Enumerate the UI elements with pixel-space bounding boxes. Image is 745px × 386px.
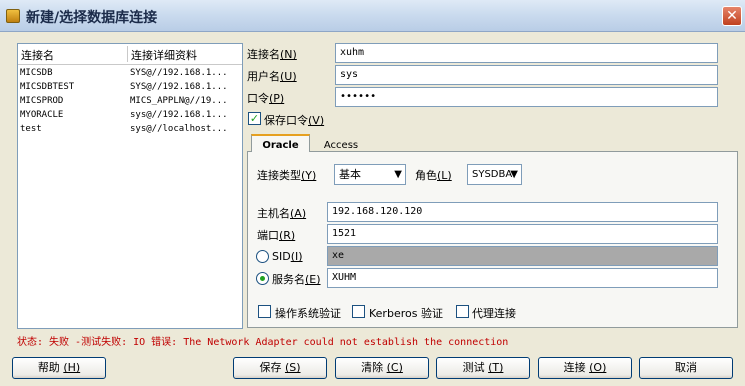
password-label: 口令(P) (247, 90, 284, 106)
port-mnemonic: (R) (279, 229, 296, 242)
chevron-down-icon: ▼ (510, 169, 518, 180)
kerberos-checkbox[interactable] (352, 305, 365, 318)
status-message: 状态: 失败 -测试失败: IO 错误: The Network Adapter… (17, 337, 509, 348)
clear-mnemonic: (C) (386, 361, 403, 374)
conn-type-mnemonic: (Y) (301, 169, 317, 182)
sid-radio[interactable] (256, 250, 269, 263)
port-label-text: 端口 (257, 229, 279, 242)
list-item[interactable]: test sys@//localhost... (18, 123, 242, 136)
save-password-checkbox[interactable]: ✓ (248, 112, 261, 125)
role-label-text: 角色 (415, 169, 437, 182)
list-item[interactable]: MICSDB SYS@//192.168.1... (18, 67, 242, 80)
os-auth-checkbox[interactable] (258, 305, 271, 318)
conn-name-mnemonic: (N) (280, 48, 297, 61)
test-button[interactable]: 测试 (T) (436, 357, 530, 379)
column-header-detail[interactable]: 连接详细资料 (131, 47, 197, 63)
service-name-mnemonic: (E) (305, 273, 321, 286)
test-mnemonic: (T) (488, 361, 504, 374)
port-input[interactable]: 1521 (327, 224, 718, 244)
conn-type-value: 基本 (339, 168, 361, 181)
title-bar: 新建/选择数据库连接 ✕ (0, 0, 745, 32)
tab-access[interactable]: Access (315, 136, 367, 156)
app-icon (6, 9, 20, 23)
connection-name: MICSPROD (20, 96, 64, 106)
sid-input[interactable]: xe (327, 246, 718, 266)
conn-type-label-text: 连接类型 (257, 169, 301, 182)
role-mnemonic: (L) (437, 169, 452, 182)
port-label: 端口(R) (257, 227, 295, 243)
host-label: 主机名(A) (257, 205, 306, 221)
host-label-text: 主机名 (257, 207, 290, 220)
cancel-button[interactable]: 取消 (639, 357, 733, 379)
role-select[interactable]: SYSDBA ▼ (467, 164, 522, 185)
clear-button[interactable]: 清除 (C) (335, 357, 429, 379)
role-value: SYSDBA (472, 169, 513, 180)
connect-button-label: 连接 (563, 361, 586, 374)
connection-detail: MICS_APPLN@//19... (130, 96, 228, 106)
conn-name-label: 连接名(N) (247, 46, 297, 62)
password-input[interactable]: •••••• (335, 87, 718, 107)
connection-detail: sys@//192.168.1... (130, 110, 228, 120)
connection-detail: SYS@//192.168.1... (130, 68, 228, 78)
conn-name-label-text: 连接名 (247, 48, 280, 61)
user-mnemonic: (U) (280, 70, 297, 83)
conn-name-input[interactable]: xuhm (335, 43, 718, 63)
save-password-label: 保存口令(V) (264, 112, 324, 128)
chevron-down-icon: ▼ (394, 169, 402, 180)
role-label: 角色(L) (415, 167, 452, 183)
column-header-name[interactable]: 连接名 (21, 47, 54, 63)
save-button[interactable]: 保存 (S) (233, 357, 327, 379)
password-label-text: 口令 (247, 92, 269, 105)
connection-name: MICSDB (20, 68, 53, 78)
list-item[interactable]: MYORACLE sys@//192.168.1... (18, 109, 242, 122)
list-header: 连接名 连接详细资料 (18, 44, 242, 65)
connection-detail: SYS@//192.168.1... (130, 82, 228, 92)
tab-oracle[interactable]: Oracle (251, 134, 310, 152)
proxy-label: 代理连接 (472, 307, 516, 320)
user-label-text: 用户名 (247, 70, 280, 83)
kerberos-label: Kerberos 验证 (369, 307, 443, 320)
conn-type-label: 连接类型(Y) (257, 167, 316, 183)
host-mnemonic: (A) (290, 207, 307, 220)
help-button[interactable]: 帮助 (H) (12, 357, 106, 379)
test-button-label: 测试 (462, 361, 485, 374)
save-button-label: 保存 (259, 361, 282, 374)
help-button-label: 帮助 (37, 361, 60, 374)
os-auth-label: 操作系统验证 (275, 307, 341, 320)
service-name-input[interactable]: XUHM (327, 268, 718, 288)
conn-type-select[interactable]: 基本 ▼ (334, 164, 406, 185)
save-password-label-text: 保存口令 (264, 114, 308, 127)
username-input[interactable]: sys (335, 65, 718, 85)
proxy-checkbox[interactable] (456, 305, 469, 318)
close-button[interactable]: ✕ (722, 6, 742, 26)
sid-label: SID(I) (272, 250, 303, 263)
connection-detail: sys@//localhost... (130, 124, 228, 134)
connection-list[interactable]: 连接名 连接详细资料 MICSDB SYS@//192.168.1... MIC… (17, 43, 243, 329)
save-password-mnemonic: (V) (308, 114, 325, 127)
password-mnemonic: (P) (269, 92, 285, 105)
connection-name: MYORACLE (20, 110, 64, 120)
service-name-radio[interactable] (256, 272, 269, 285)
list-item[interactable]: MICSDBTEST SYS@//192.168.1... (18, 81, 242, 94)
clear-button-label: 清除 (361, 361, 384, 374)
sid-label-text: SID (272, 250, 291, 263)
service-name-label-text: 服务名 (272, 273, 305, 286)
sid-mnemonic: (I) (290, 250, 303, 263)
connect-button[interactable]: 连接 (O) (538, 357, 632, 379)
connect-mnemonic: (O) (589, 361, 607, 374)
service-name-label: 服务名(E) (272, 271, 321, 287)
help-mnemonic: (H) (63, 361, 81, 374)
user-label: 用户名(U) (247, 68, 297, 84)
host-input[interactable]: 192.168.120.120 (327, 202, 718, 222)
window-title: 新建/选择数据库连接 (26, 10, 158, 26)
column-divider[interactable] (127, 46, 128, 62)
list-item[interactable]: MICSPROD MICS_APPLN@//19... (18, 95, 242, 108)
save-mnemonic: (S) (284, 361, 301, 374)
connection-name: test (20, 124, 42, 134)
connection-name: MICSDBTEST (20, 82, 75, 92)
